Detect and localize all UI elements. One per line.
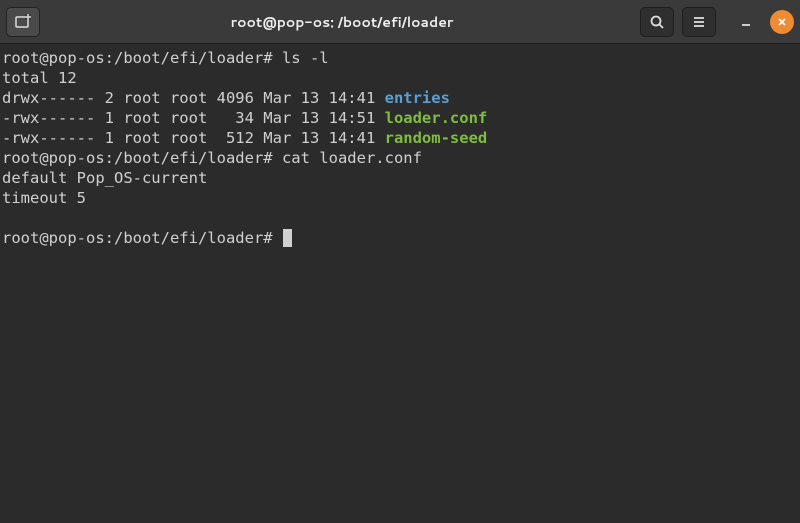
minimize-icon bbox=[740, 16, 752, 28]
hamburger-icon bbox=[691, 14, 707, 30]
command-2: cat loader.conf bbox=[282, 149, 422, 167]
ls-row-perms: -rwx------ 1 root root 34 Mar 13 14:51 bbox=[2, 109, 385, 127]
new-tab-button[interactable] bbox=[6, 7, 40, 37]
cat-line-1: default Pop_OS-current bbox=[2, 169, 207, 187]
window-title: root@pop-os: /boot/efi/loader bbox=[44, 12, 640, 32]
titlebar-left bbox=[6, 7, 44, 37]
prompt-2: root@pop-os:/boot/efi/loader# bbox=[2, 149, 273, 167]
close-button[interactable] bbox=[770, 10, 794, 34]
cat-line-2: timeout 5 bbox=[2, 189, 86, 207]
search-button[interactable] bbox=[640, 7, 674, 37]
ls-row-perms: drwx------ 2 root root 4096 Mar 13 14:41 bbox=[2, 89, 385, 107]
total-line: total 12 bbox=[2, 69, 77, 87]
prompt-3: root@pop-os:/boot/efi/loader# bbox=[2, 229, 273, 247]
minimize-button[interactable] bbox=[732, 8, 760, 36]
new-tab-icon bbox=[14, 13, 32, 31]
cursor bbox=[283, 229, 292, 247]
prompt-1: root@pop-os:/boot/efi/loader# bbox=[2, 49, 273, 67]
terminal-area[interactable]: root@pop-os:/boot/efi/loader# ls -l tota… bbox=[0, 44, 800, 252]
ls-row-name-random-seed: random-seed bbox=[385, 129, 488, 147]
command-1: ls -l bbox=[282, 49, 329, 67]
ls-row-name-loader-conf: loader.conf bbox=[385, 109, 488, 127]
titlebar: root@pop-os: /boot/efi/loader bbox=[0, 0, 800, 44]
search-icon bbox=[649, 14, 665, 30]
titlebar-right bbox=[640, 7, 794, 37]
ls-row-perms: -rwx------ 1 root root 512 Mar 13 14:41 bbox=[2, 129, 385, 147]
ls-row-name-entries: entries bbox=[385, 89, 450, 107]
close-icon bbox=[776, 16, 788, 28]
menu-button[interactable] bbox=[682, 7, 716, 37]
